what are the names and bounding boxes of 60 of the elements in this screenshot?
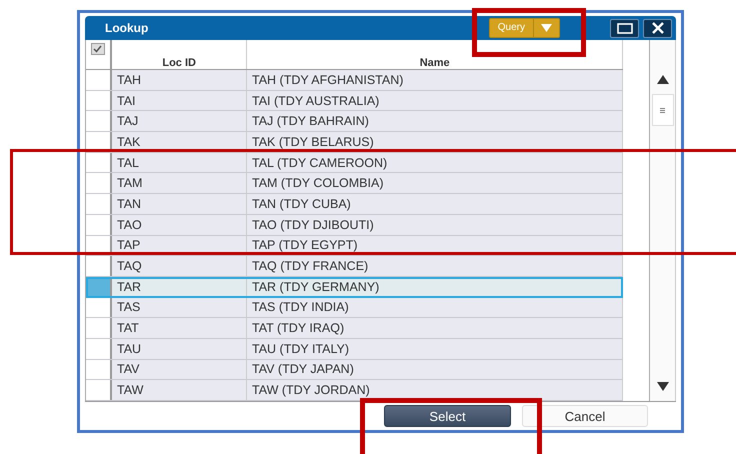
table-row[interactable]: TAV TAV (TDY JAPAN) <box>86 360 623 380</box>
table-row[interactable]: TAH TAH (TDY AFGHANISTAN) <box>86 70 623 91</box>
table-cell: TAT (TDY IRAQ) <box>247 318 623 338</box>
select-button[interactable]: Select <box>384 405 511 427</box>
table-cell: TAR (TDY GERMANY) <box>247 276 623 297</box>
table-row[interactable]: TAL TAL (TDY CAMEROON) <box>86 152 623 174</box>
table-cell: TAH (TDY AFGHANISTAN) <box>247 70 623 90</box>
table-row[interactable]: TAK TAK (TDY BELARUS) <box>86 132 623 153</box>
table-cell: TAN (TDY CUBA) <box>247 194 623 214</box>
table-cell: TAS <box>112 298 247 318</box>
maximize-button[interactable] <box>610 18 639 38</box>
table-cell: TAQ <box>112 256 247 276</box>
table-cell: TAU (TDY ITALY) <box>247 338 623 359</box>
table-cell: TAQ (TDY FRANCE) <box>247 256 623 276</box>
table-cell: TAI <box>112 90 247 110</box>
cancel-button[interactable]: Cancel <box>522 405 648 427</box>
table-row[interactable]: TAW TAW (TDY JORDAN) <box>86 380 623 401</box>
table-cell: TAW <box>112 380 247 400</box>
table-row[interactable]: TAN TAN (TDY CUBA) <box>86 194 623 215</box>
table-row[interactable]: TAS TAS (TDY INDIA) <box>86 298 623 318</box>
table-cell: TAL <box>112 152 247 172</box>
table-cell: TAV (TDY JAPAN) <box>247 360 623 380</box>
table-cell: TAR <box>112 276 247 297</box>
column-header[interactable]: Loc ID <box>112 40 248 69</box>
table-row[interactable]: TAP TAP (TDY EGYPT) <box>86 236 623 256</box>
scroll-thumb[interactable] <box>652 94 674 126</box>
table-cell: TAJ <box>112 111 247 132</box>
select-all-checkbox[interactable] <box>90 43 105 55</box>
maximize-icon <box>616 22 632 34</box>
table-row[interactable]: TAJ TAJ (TDY BAHRAIN) <box>86 111 623 132</box>
close-icon <box>652 22 664 34</box>
caret-icon <box>541 24 552 32</box>
table-row[interactable]: TAM TAM (TDY COLOMBIA) <box>86 173 623 194</box>
table-row[interactable]: TAI TAI (TDY AUSTRALIA) <box>86 90 623 112</box>
table-cell: TAJ (TDY BAHRAIN) <box>247 111 623 132</box>
table-cell: TAW (TDY JORDAN) <box>247 380 623 400</box>
scroll-up-icon <box>656 75 669 84</box>
table-row[interactable]: TAR TAR (TDY GERMANY) <box>86 276 623 298</box>
grip-icon <box>660 108 666 112</box>
table-cell: TAM (TDY COLOMBIA) <box>247 173 623 194</box>
table-cell: TAL (TDY CAMEROON) <box>247 152 623 172</box>
scrollbar[interactable] <box>650 40 676 401</box>
table-row[interactable]: TAQ TAQ (TDY FRANCE) <box>86 256 623 277</box>
table-cell: TAO <box>112 214 247 234</box>
window-title: Lookup <box>105 21 150 35</box>
table-cell: TAO (TDY DJIBOUTI) <box>247 214 623 234</box>
table-cell: TAN <box>112 194 247 214</box>
table-cell: TAS (TDY INDIA) <box>247 298 623 318</box>
table-cell: TAM <box>112 173 247 194</box>
table-cell: TAT <box>112 318 247 338</box>
table-cell: TAV <box>112 360 247 380</box>
close-button[interactable] <box>643 18 672 38</box>
column-header[interactable]: Name <box>247 40 623 69</box>
scroll-down-icon <box>656 382 669 391</box>
table-cell: TAH <box>112 70 247 90</box>
table-row[interactable]: TAU TAU (TDY ITALY) <box>86 338 623 360</box>
table-row[interactable]: TAT TAT (TDY IRAQ) <box>86 318 623 339</box>
table-cell: TAI (TDY AUSTRALIA) <box>247 90 623 110</box>
table-row[interactable]: TAO TAO (TDY DJIBOUTI) <box>86 214 623 236</box>
table-cell: TAU <box>112 338 247 359</box>
